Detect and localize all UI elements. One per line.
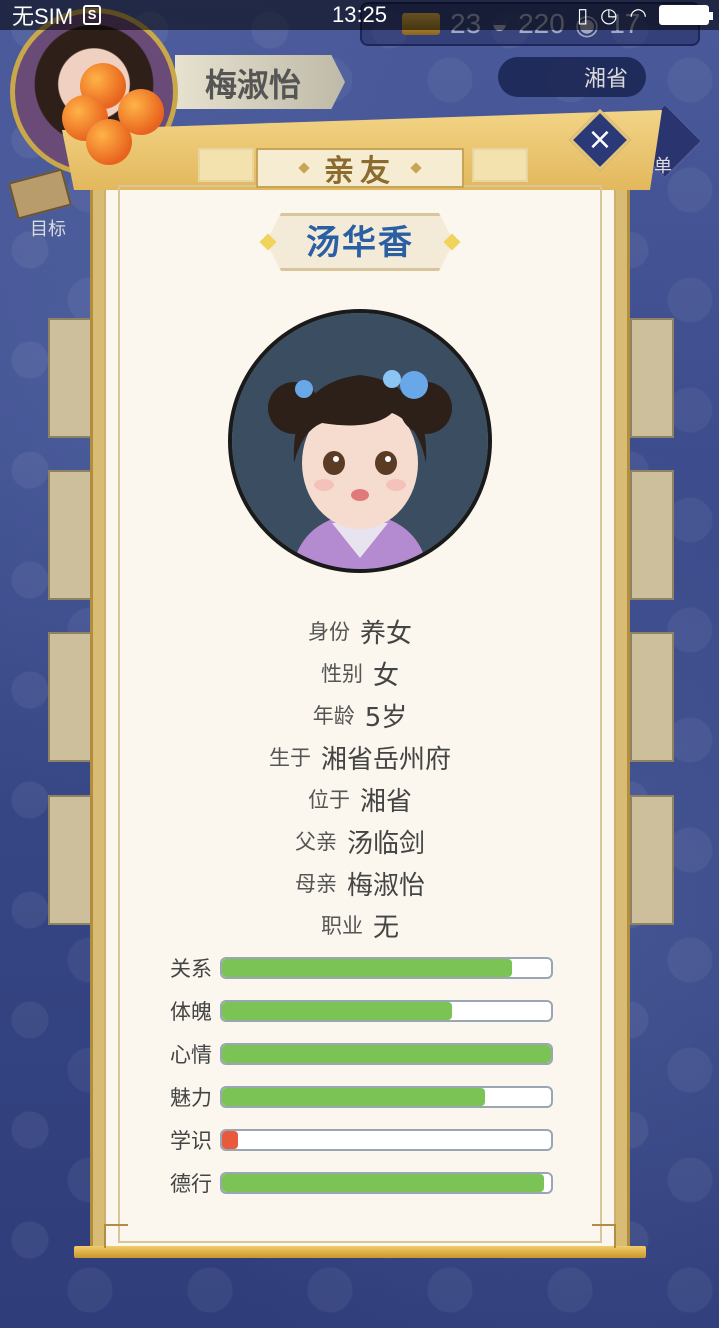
background-card bbox=[630, 632, 674, 762]
background-card bbox=[48, 795, 94, 925]
info-value: 5岁 bbox=[364, 702, 408, 733]
info-row-identity: 身份 养女 bbox=[118, 610, 602, 652]
modal-title: 亲友 bbox=[324, 154, 396, 189]
stat-row-mood: 心情 bbox=[160, 1032, 560, 1075]
stat-label: 心情 bbox=[170, 1042, 212, 1067]
stat-row-relationship: 关系 bbox=[160, 946, 560, 989]
background-card bbox=[48, 470, 94, 600]
location-button[interactable]: 湘省 bbox=[498, 57, 646, 97]
stat-bar bbox=[220, 1171, 553, 1194]
close-icon[interactable]: × bbox=[578, 118, 622, 162]
info-row-birthplace: 生于 湘省岳州府 bbox=[118, 736, 602, 778]
stat-bar bbox=[220, 1042, 553, 1065]
stat-bar-fill bbox=[222, 958, 512, 977]
clock: 13:25 bbox=[331, 2, 388, 27]
status-bar: 无SIM S 13:25 ▯ ◷ ◠ bbox=[0, 0, 719, 30]
background-card bbox=[630, 795, 674, 925]
stat-bar bbox=[220, 956, 553, 979]
wifi-icon: ◠ bbox=[629, 4, 647, 27]
background-card bbox=[48, 632, 94, 762]
status-icons: ▯ ◷ ◠ bbox=[577, 3, 713, 28]
info-row-age: 年龄 5岁 bbox=[118, 694, 602, 736]
stat-row-charm: 魅力 bbox=[160, 1075, 560, 1118]
info-key: 年龄 bbox=[312, 704, 355, 728]
stat-bar bbox=[220, 1085, 553, 1108]
oranges-decoration-icon bbox=[60, 55, 180, 175]
title-ornament-icon bbox=[410, 162, 422, 174]
background-card bbox=[48, 318, 94, 438]
info-key: 性别 bbox=[320, 662, 363, 686]
stat-bars: 关系 体魄 心情 魅力 学识 德行 bbox=[160, 946, 560, 1204]
carrier-info: 无SIM S bbox=[12, 0, 102, 31]
stat-row-virtue: 德行 bbox=[160, 1161, 560, 1204]
stat-label: 学识 bbox=[170, 1128, 212, 1153]
stat-bar-fill bbox=[222, 1044, 551, 1063]
goal-label: 目标 bbox=[30, 219, 66, 240]
alarm-icon: ◷ bbox=[600, 4, 618, 27]
info-key: 生于 bbox=[268, 746, 311, 770]
corner-ornament bbox=[104, 1224, 128, 1248]
stat-row-knowledge: 学识 bbox=[160, 1118, 560, 1161]
info-key: 位于 bbox=[307, 788, 350, 812]
stat-bar-fill bbox=[222, 1087, 486, 1106]
info-value: 湘省 bbox=[359, 786, 412, 817]
stat-label: 关系 bbox=[170, 956, 212, 981]
info-value: 梅淑怡 bbox=[346, 870, 425, 901]
goal-button[interactable]: 目标 bbox=[8, 168, 82, 240]
info-value: 女 bbox=[372, 660, 399, 691]
info-value: 养女 bbox=[359, 618, 412, 649]
battery-icon bbox=[659, 5, 713, 25]
background-card bbox=[630, 470, 674, 600]
person-portrait bbox=[228, 309, 492, 573]
stat-bar-fill bbox=[222, 1001, 453, 1020]
modal-title-frame: 亲友 bbox=[256, 148, 464, 189]
sim-icon: S bbox=[83, 5, 102, 25]
stat-row-physique: 体魄 bbox=[160, 989, 560, 1032]
info-key: 职业 bbox=[320, 914, 363, 938]
carrier-text: 无SIM bbox=[12, 4, 74, 29]
stat-bar bbox=[220, 1128, 553, 1151]
stat-bar-fill bbox=[222, 1130, 239, 1149]
stat-bar-fill bbox=[222, 1173, 545, 1192]
person-info: 身份 养女 性别 女 年龄 5岁 生于 湘省岳州府 位于 湘省 父亲 汤临剑 母… bbox=[118, 610, 602, 946]
person-name: 汤华香 bbox=[306, 223, 414, 263]
girl-portrait-image bbox=[232, 313, 488, 569]
info-row-mother: 母亲 梅淑怡 bbox=[118, 862, 602, 904]
info-value: 汤临剑 bbox=[346, 828, 425, 859]
player-name: 梅淑怡 bbox=[205, 66, 302, 104]
stat-label: 德行 bbox=[170, 1171, 212, 1196]
location-label: 湘省 bbox=[583, 67, 628, 92]
title-ornament-icon bbox=[298, 162, 310, 174]
info-key: 父亲 bbox=[294, 830, 337, 854]
background-card bbox=[630, 318, 674, 438]
stat-label: 魅力 bbox=[170, 1085, 212, 1110]
stat-label: 体魄 bbox=[170, 999, 212, 1024]
vibrate-icon: ▯ bbox=[577, 4, 589, 27]
title-side-frame-right bbox=[472, 148, 528, 182]
book-icon bbox=[8, 168, 72, 220]
corner-ornament bbox=[592, 1224, 616, 1248]
info-row-gender: 性别 女 bbox=[118, 652, 602, 694]
title-side-frame-left bbox=[198, 148, 254, 182]
info-key: 母亲 bbox=[294, 872, 337, 896]
info-row-occupation: 职业 无 bbox=[118, 904, 602, 946]
info-value: 湘省岳州府 bbox=[320, 744, 451, 775]
info-value: 无 bbox=[372, 912, 399, 943]
info-row-location: 位于 湘省 bbox=[118, 778, 602, 820]
stat-bar bbox=[220, 999, 553, 1022]
info-row-father: 父亲 汤临剑 bbox=[118, 820, 602, 862]
info-key: 身份 bbox=[307, 620, 350, 644]
scroll-bottom-rod bbox=[74, 1246, 646, 1258]
